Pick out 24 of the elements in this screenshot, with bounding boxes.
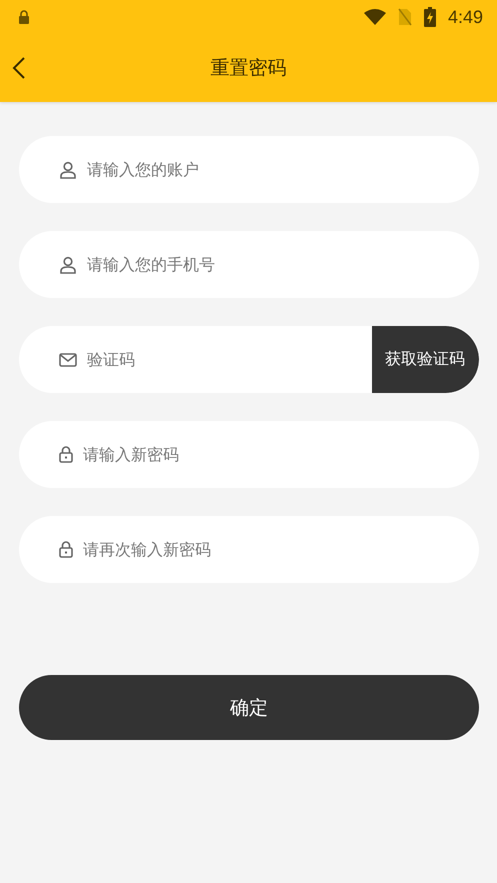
page-title: 重置密码 (210, 56, 286, 81)
no-sim-icon (398, 8, 412, 26)
confirm-button[interactable]: 确定 (19, 675, 479, 740)
text-input[interactable]: 请输入您的账户 (85, 159, 479, 180)
text-input[interactable]: 请输入新密码 (81, 444, 479, 465)
input-field[interactable]: 验证码 获取验证码 (19, 326, 479, 393)
input-field[interactable]: 请输入新密码 (19, 421, 479, 488)
lock-icon (59, 446, 73, 463)
battery-icon (424, 7, 436, 27)
get-code-button[interactable]: 获取验证码 (372, 326, 479, 393)
person-icon (59, 256, 77, 274)
lock-icon (18, 10, 30, 24)
wifi-icon (364, 9, 386, 25)
status-time: 4:49 (448, 6, 483, 28)
back-icon[interactable] (12, 56, 26, 80)
mail-icon (59, 352, 77, 366)
text-input[interactable]: 请再次输入新密码 (81, 539, 479, 560)
text-input[interactable]: 请输入您的手机号 (85, 254, 479, 275)
input-field[interactable]: 请再次输入新密码 (19, 516, 479, 583)
lock-icon (59, 541, 73, 558)
input-field[interactable]: 请输入您的账户 (19, 136, 479, 203)
person-icon (59, 160, 77, 178)
text-input[interactable]: 验证码 (85, 349, 372, 370)
input-field[interactable]: 请输入您的手机号 (19, 231, 479, 298)
